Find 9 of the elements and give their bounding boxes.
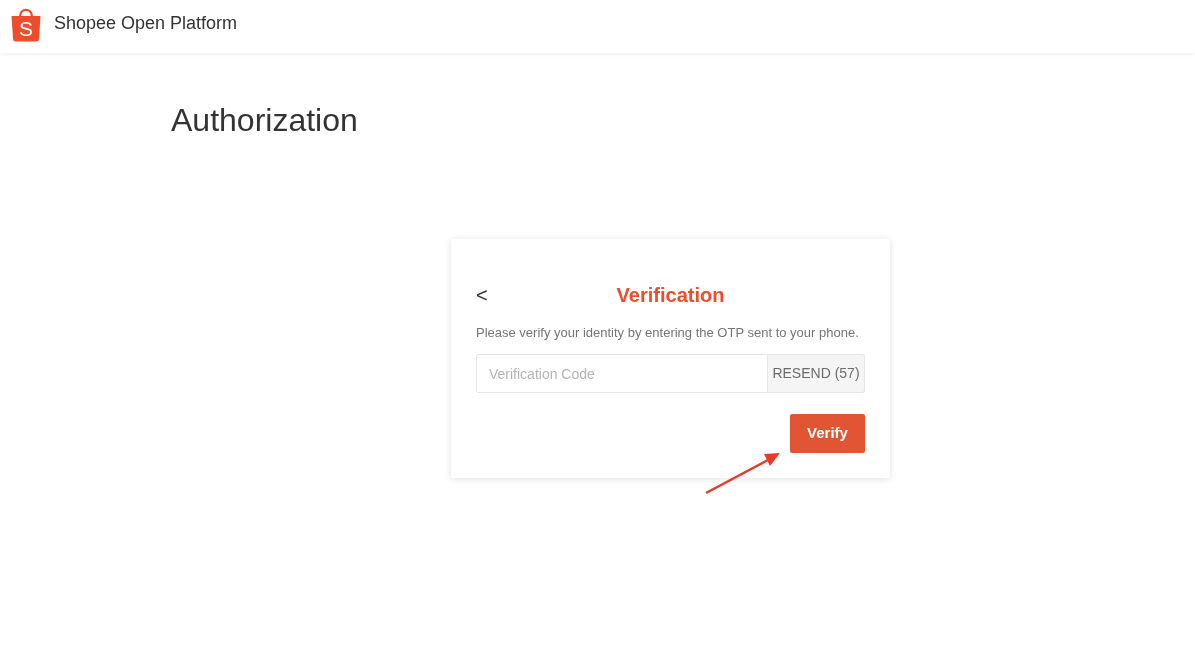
code-input-field[interactable]: Verification Code xyxy=(476,354,768,393)
logo-letter: S xyxy=(19,17,33,39)
platform-title: Shopee Open Platform xyxy=(54,12,238,35)
instruction-text: Please verify your identity by entering the OTP sent to your phone. xyxy=(476,324,860,342)
page-title: Authorization xyxy=(171,101,358,140)
back-button[interactable]: < xyxy=(476,281,488,309)
arrow-icon xyxy=(704,451,782,495)
verify-button[interactable]: Verify xyxy=(790,414,865,453)
card-title: Verification xyxy=(616,283,725,308)
